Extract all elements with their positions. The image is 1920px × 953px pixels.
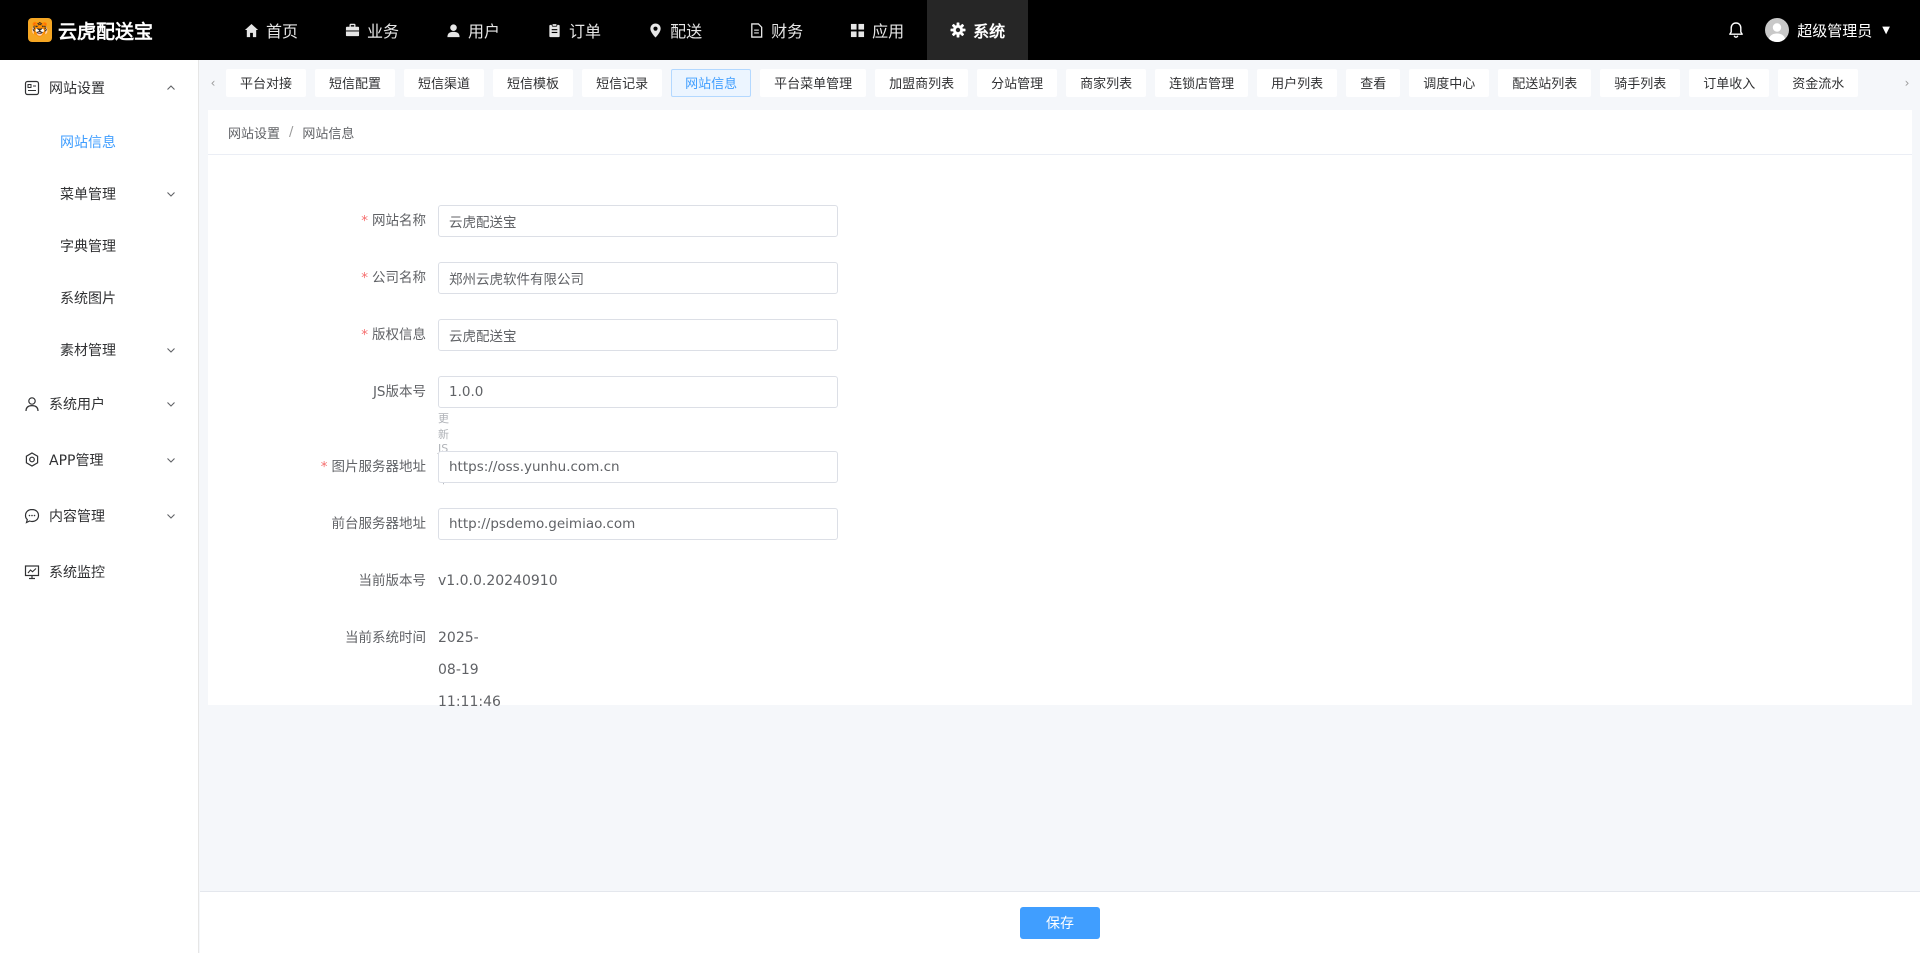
- tab-item[interactable]: 短信配置: [315, 68, 396, 97]
- image-server-input[interactable]: https://oss.yunhu.com.cn: [438, 451, 838, 483]
- document-icon: [748, 22, 764, 38]
- sidebar-item-material-management[interactable]: 素材管理: [0, 324, 198, 376]
- tab-item[interactable]: 查看: [1346, 68, 1401, 97]
- sidebar-item-dictionary-management[interactable]: 字典管理: [0, 220, 198, 272]
- sidebar-item-menu-management[interactable]: 菜单管理: [0, 168, 198, 220]
- tab-item[interactable]: 短信模板: [493, 68, 574, 97]
- frontend-server-label: 前台服务器地址: [331, 516, 427, 532]
- avatar[interactable]: [1765, 18, 1790, 42]
- topnav-delivery[interactable]: 配送: [624, 0, 725, 60]
- system-time-value: 2025-08-19 11:11:46: [438, 630, 501, 710]
- chevron-down-icon: [166, 345, 176, 355]
- tab-item[interactable]: 订单收入: [1689, 68, 1770, 97]
- tab-item[interactable]: 用户列表: [1257, 68, 1338, 97]
- user-outline-icon: [24, 396, 40, 412]
- breadcrumb-separator: /: [289, 124, 294, 140]
- current-version-value: v1.0.0.20240910: [438, 573, 558, 589]
- open-tabs: 平台对接 短信配置 短信渠道 短信模板 短信记录 网站信息 平台菜单管理 加盟商列表 分站管理商…: [226, 68, 1894, 97]
- content-card: 网站设置 / 网站信息 * 网站名称 云虎配送宝 * 公司名称 郑州云虎软件有限公司…: [208, 110, 1912, 710]
- system-time-label: 当前系统时间: [345, 630, 426, 646]
- frontend-server-input[interactable]: http://psdemo.geimiao.com: [438, 508, 838, 540]
- cog-outline-icon: [24, 452, 40, 468]
- save-button[interactable]: 保存: [1020, 906, 1100, 939]
- briefcase-icon: [344, 22, 360, 38]
- tabs-bar: ‹ 平台对接 短信配置 短信渠道 短信模板 短信记录 网站信息 平台菜单管理 加盟商列表 分站管…: [200, 60, 1920, 105]
- footer-bar: 保存: [200, 891, 1920, 953]
- tab-item[interactable]: 调度中心: [1409, 68, 1490, 97]
- brand-logo[interactable]: 🐯 云虎配送宝: [0, 17, 220, 44]
- copyright-label: * 版权信息: [361, 327, 426, 343]
- sidebar-group-app-management[interactable]: APP管理: [0, 432, 198, 488]
- topnav-finance[interactable]: 财务: [725, 0, 826, 60]
- sidebar-group-system-monitor[interactable]: 系统监控: [0, 544, 198, 600]
- bell-icon[interactable]: [1727, 21, 1745, 39]
- tab-item[interactable]: 分站管理: [977, 68, 1058, 97]
- required-mark: *: [320, 459, 328, 475]
- tab-item[interactable]: 商家列表: [1066, 68, 1147, 97]
- topnav-home[interactable]: 首页: [220, 0, 321, 60]
- tab-item[interactable]: 加盟商列表: [875, 68, 969, 97]
- topnav-system[interactable]: 系统: [927, 0, 1029, 60]
- tab-item[interactable]: 资金流水: [1778, 68, 1859, 97]
- topnav-users[interactable]: 用户: [422, 0, 523, 60]
- website-settings-icon: [24, 80, 40, 96]
- required-mark: *: [361, 270, 368, 286]
- js-version-label: JS版本号: [372, 384, 426, 400]
- caret-down-icon[interactable]: ▼: [1882, 25, 1890, 36]
- home-icon: [243, 22, 259, 38]
- top-nav-menu: 首页 业务 用户 订单 配送 财务 应用 系统: [220, 0, 1029, 60]
- breadcrumb-parent[interactable]: 网站设置: [228, 123, 280, 142]
- sidebar-group-website-settings[interactable]: 网站设置: [0, 60, 198, 116]
- js-version-input[interactable]: 1.0.0: [438, 376, 838, 408]
- tiger-logo-icon: 🐯: [28, 18, 52, 42]
- company-name-input[interactable]: 郑州云虎软件有限公司: [438, 262, 838, 294]
- breadcrumb: 网站设置 / 网站信息: [208, 110, 1912, 155]
- required-mark: *: [361, 327, 368, 343]
- tabs-scroll-right-icon[interactable]: ›: [1894, 60, 1920, 105]
- site-name-input[interactable]: 云虎配送宝: [438, 205, 838, 237]
- tab-item[interactable]: 平台菜单管理: [760, 68, 867, 97]
- chevron-down-icon: [166, 511, 176, 521]
- grid-icon: [849, 22, 865, 38]
- company-name-label: * 公司名称: [361, 270, 426, 286]
- current-version-label: 当前版本号: [358, 573, 427, 589]
- tab-item[interactable]: 平台对接: [226, 68, 307, 97]
- user-name[interactable]: 超级管理员: [1797, 20, 1872, 41]
- copyright-input[interactable]: 云虎配送宝: [438, 319, 838, 351]
- chevron-down-icon: [166, 399, 176, 409]
- tab-item[interactable]: 连锁店管理: [1155, 68, 1249, 97]
- tab-item[interactable]: 配送站列表: [1498, 68, 1592, 97]
- image-server-label: * 图片服务器地址: [320, 459, 426, 475]
- location-pin-icon: [647, 22, 663, 38]
- topnav-apps[interactable]: 应用: [826, 0, 927, 60]
- sidebar: 网站设置 网站信息 菜单管理 字典管理 系统图片 素材管理 系统用户 APP管理…: [0, 60, 199, 953]
- chat-bubble-icon: [24, 508, 40, 524]
- sidebar-group-content-management[interactable]: 内容管理: [0, 488, 198, 544]
- tabs-scroll-left-icon[interactable]: ‹: [200, 60, 226, 105]
- gear-icon: [950, 22, 966, 38]
- tab-item[interactable]: 骑手列表: [1600, 68, 1681, 97]
- top-navbar: 🐯 云虎配送宝 首页 业务 用户 订单 配送 财务 应用 系统 超级管理员 ▼: [0, 0, 1920, 60]
- topbar-user-area: 超级管理员 ▼: [1727, 0, 1890, 60]
- topnav-orders[interactable]: 订单: [523, 0, 624, 60]
- sidebar-item-website-info[interactable]: 网站信息: [0, 116, 198, 168]
- sidebar-group-label: 网站设置: [49, 81, 105, 97]
- chevron-up-icon: [166, 83, 176, 93]
- clipboard-icon: [546, 22, 562, 38]
- brand-name: 云虎配送宝: [58, 20, 154, 43]
- chevron-down-icon: [166, 455, 176, 465]
- tab-item[interactable]: 短信记录: [582, 68, 663, 97]
- chevron-down-icon: [166, 189, 176, 199]
- topnav-business[interactable]: 业务: [321, 0, 422, 60]
- tab-item[interactable]: 短信渠道: [404, 68, 485, 97]
- sidebar-group-system-users[interactable]: 系统用户: [0, 376, 198, 432]
- breadcrumb-current: 网站信息: [302, 126, 355, 142]
- tab-item[interactable]: 网站信息: [671, 68, 752, 97]
- site-name-label: * 网站名称: [361, 213, 426, 229]
- user-icon: [445, 22, 461, 38]
- monitor-chart-icon: [24, 564, 40, 580]
- required-mark: *: [361, 213, 368, 229]
- sidebar-item-system-images[interactable]: 系统图片: [0, 272, 198, 324]
